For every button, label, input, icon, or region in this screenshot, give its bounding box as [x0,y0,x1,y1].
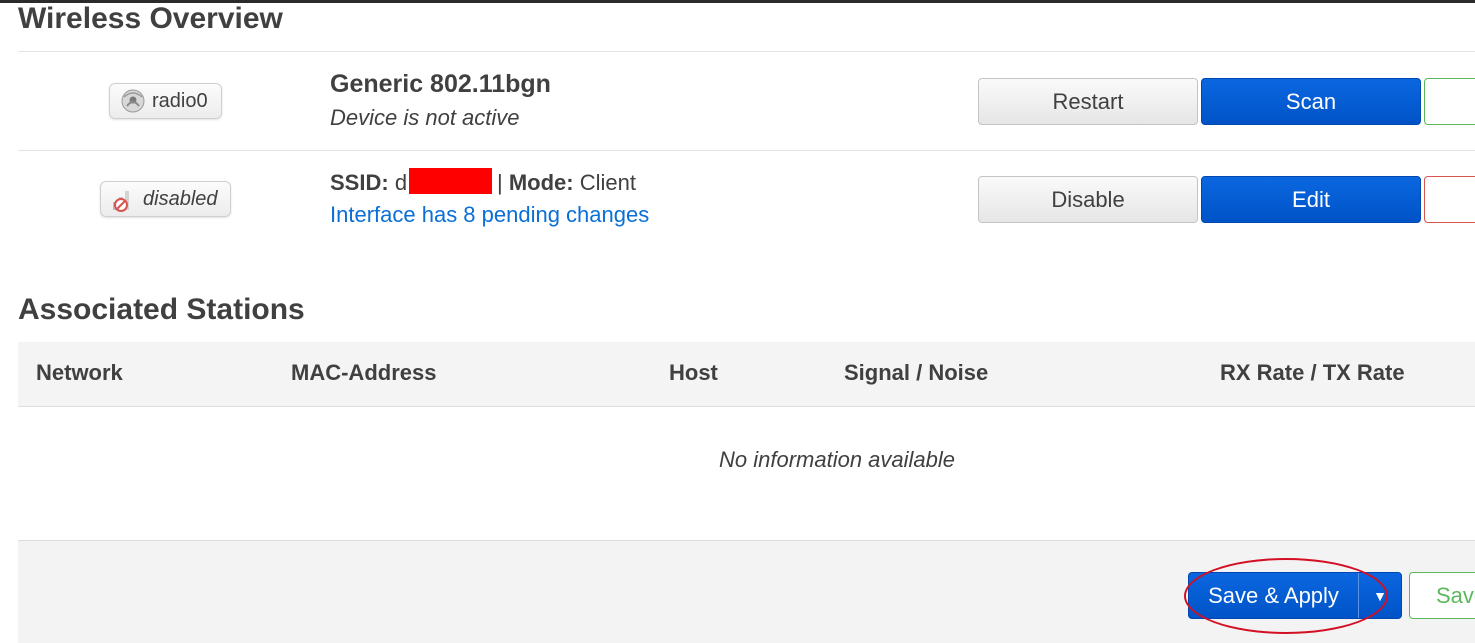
disable-button[interactable]: Disable [978,176,1198,223]
network-badge-label: disabled [143,187,218,210]
device-badge-label: radio0 [152,89,208,112]
ssid-line: SSID: d [330,170,407,196]
ssid-value: d [394,170,408,195]
divider [18,150,1475,151]
scan-button[interactable]: Scan [1201,78,1421,125]
mode-label: Mode: [508,170,574,195]
wifi-disabled-icon [113,191,129,212]
page-title: Wireless Overview [18,2,283,35]
column-network: Network [36,360,123,385]
redaction [409,168,492,194]
column-host: Host [669,360,718,385]
remove-button[interactable] [1424,176,1475,223]
ssid-label: SSID: [330,170,389,195]
save-button[interactable]: Save [1409,572,1475,619]
mode-line: | Mode: Client [497,170,636,196]
device-title: Generic 802.11bgn [330,70,551,98]
column-signal-noise: Signal / Noise [844,360,989,385]
restart-button[interactable]: Restart [978,78,1198,125]
device-status: Device is not active [330,105,520,130]
add-button[interactable] [1424,78,1475,125]
network-badge[interactable]: disabled [100,181,231,217]
column-mac-address: MAC-Address [291,360,437,385]
pending-changes-link[interactable]: Interface has 8 pending changes [330,202,649,228]
wifi-radio-icon [121,89,145,113]
separator: | [497,170,503,195]
device-badge[interactable]: radio0 [109,83,222,119]
edit-button[interactable]: Edit [1201,176,1421,223]
highlight-annotation [1184,558,1388,634]
column-rx-tx-rate: RX Rate / TX Rate [1220,360,1405,385]
stations-title: Associated Stations [18,293,305,326]
mode-value: Client [579,170,636,195]
divider [18,51,1475,52]
empty-message: No information available [719,447,956,472]
